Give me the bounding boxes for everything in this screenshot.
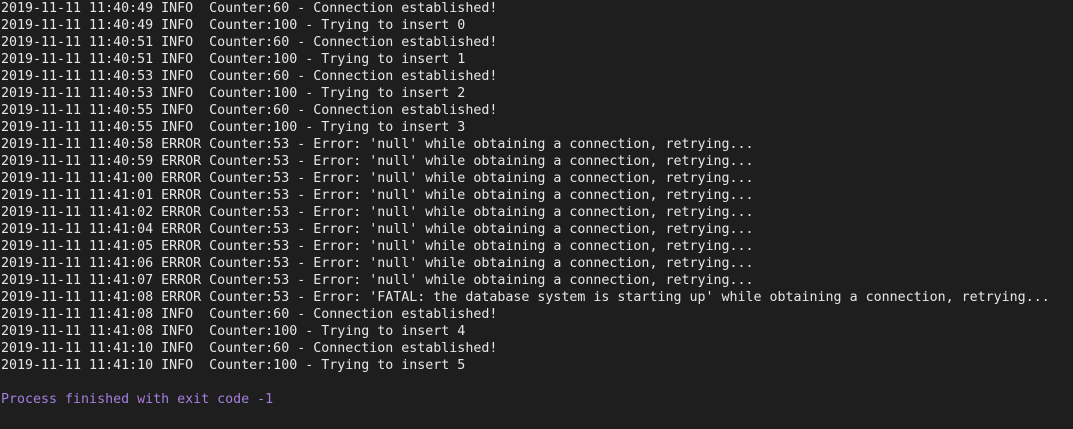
log-line: 2019-11-11 11:41:05 ERROR Counter:53 - E…	[1, 239, 754, 254]
log-line: 2019-11-11 11:40:51 INFO Counter:60 - Co…	[1, 35, 498, 50]
log-line: 2019-11-11 11:41:06 ERROR Counter:53 - E…	[1, 256, 754, 271]
log-line: 2019-11-11 11:40:58 ERROR Counter:53 - E…	[1, 137, 754, 152]
log-line: 2019-11-11 11:41:08 INFO Counter:60 - Co…	[1, 307, 498, 322]
log-line: 2019-11-11 11:40:51 INFO Counter:100 - T…	[1, 52, 466, 67]
log-line: 2019-11-11 11:40:55 INFO Counter:60 - Co…	[1, 103, 498, 118]
log-line: 2019-11-11 11:41:04 ERROR Counter:53 - E…	[1, 222, 754, 237]
console-output: 2019-11-11 11:40:49 INFO Counter:60 - Co…	[0, 0, 1073, 429]
log-line: 2019-11-11 11:41:10 INFO Counter:60 - Co…	[1, 341, 498, 356]
log-line: 2019-11-11 11:40:59 ERROR Counter:53 - E…	[1, 154, 754, 169]
log-line: 2019-11-11 11:40:53 INFO Counter:60 - Co…	[1, 69, 498, 84]
log-line: 2019-11-11 11:40:49 INFO Counter:60 - Co…	[1, 1, 498, 16]
log-line: 2019-11-11 11:41:01 ERROR Counter:53 - E…	[1, 188, 754, 203]
log-line: 2019-11-11 11:40:53 INFO Counter:100 - T…	[1, 86, 466, 101]
log-line: 2019-11-11 11:41:08 ERROR Counter:53 - E…	[1, 290, 1050, 305]
log-line: 2019-11-11 11:40:49 INFO Counter:100 - T…	[1, 18, 466, 33]
exit-message: Process finished with exit code -1	[1, 392, 274, 407]
log-line: 2019-11-11 11:41:10 INFO Counter:100 - T…	[1, 358, 466, 373]
log-line: 2019-11-11 11:41:08 INFO Counter:100 - T…	[1, 324, 466, 339]
log-line: 2019-11-11 11:41:07 ERROR Counter:53 - E…	[1, 273, 754, 288]
log-line: 2019-11-11 11:41:00 ERROR Counter:53 - E…	[1, 171, 754, 186]
log-line: 2019-11-11 11:41:02 ERROR Counter:53 - E…	[1, 205, 754, 220]
log-line: 2019-11-11 11:40:55 INFO Counter:100 - T…	[1, 120, 466, 135]
